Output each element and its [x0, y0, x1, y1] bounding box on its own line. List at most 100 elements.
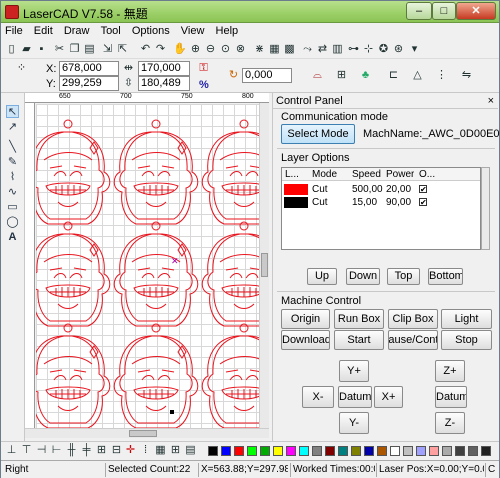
color-swatch[interactable] — [208, 446, 218, 456]
pause-continue-button[interactable]: Pause/Continue — [388, 330, 438, 350]
node-edit-tool-icon[interactable]: ↗ — [6, 121, 19, 134]
color-swatch[interactable] — [247, 446, 257, 456]
layer-output-checkbox[interactable]: ✔ — [419, 185, 427, 194]
jog-z-datum-button[interactable]: Datum — [435, 386, 467, 408]
jog-datum-button[interactable]: Datum — [338, 386, 372, 408]
stop-button[interactable]: Stop — [441, 330, 492, 350]
curve-tool-icon[interactable]: ∿ — [6, 186, 19, 199]
grid-icon[interactable]: ⁞ — [139, 444, 152, 457]
color-swatch[interactable] — [312, 446, 322, 456]
link-icon[interactable]: ⊶ — [347, 43, 360, 56]
pan-hand-icon[interactable]: ✋ — [173, 43, 187, 56]
panel-close-icon[interactable]: × — [488, 95, 494, 107]
color-swatch[interactable] — [416, 446, 426, 456]
color-swatch[interactable] — [325, 446, 335, 456]
lock-ratio-icon[interactable]: ⚿ — [197, 62, 210, 75]
color-swatch[interactable] — [234, 446, 244, 456]
text-tool-icon[interactable]: A — [6, 231, 19, 244]
jog-y-minus-button[interactable]: Y- — [339, 412, 369, 434]
dropdown-icon[interactable]: ▾ — [408, 43, 421, 56]
target-icon[interactable]: ⊹ — [362, 43, 375, 56]
import-icon[interactable]: ⇲ — [101, 43, 114, 56]
color-swatch[interactable] — [260, 446, 270, 456]
table-row[interactable]: Cut 500,00 20,00 ✔ — [282, 183, 480, 196]
jog-x-minus-button[interactable]: X- — [302, 386, 334, 408]
menu-edit[interactable]: Edit — [30, 23, 57, 37]
open-folder-icon[interactable]: ▰ — [20, 43, 33, 56]
node-edit-icon[interactable]: ⋇ — [253, 43, 266, 56]
percent-toggle[interactable]: % — [199, 79, 209, 91]
distribute-icon[interactable]: ⋮ — [435, 69, 448, 82]
light-button[interactable]: Light — [441, 309, 492, 329]
color-swatch[interactable] — [468, 446, 478, 456]
array-icon[interactable]: ▥ — [331, 43, 344, 56]
path-icon[interactable]: ⤳ — [301, 43, 314, 56]
cap-icon[interactable]: ⌓ — [311, 69, 324, 82]
align-icon[interactable]: ⊞ — [95, 444, 108, 457]
color-swatch[interactable] — [299, 446, 309, 456]
select-mode-button[interactable]: Select Mode — [281, 124, 355, 144]
color-swatch[interactable] — [442, 446, 452, 456]
crosshair-icon[interactable]: ✛ — [124, 444, 137, 457]
canvas-vertical-scrollbar[interactable] — [259, 103, 269, 428]
menu-help[interactable]: Help — [212, 23, 243, 37]
start-button[interactable]: Start — [334, 330, 384, 350]
align-icon[interactable]: ╪ — [80, 444, 93, 457]
align-icon[interactable]: ⊟ — [110, 444, 123, 457]
minimize-button[interactable]: – — [406, 2, 432, 20]
close-button[interactable]: ✕ — [456, 2, 496, 20]
export-icon[interactable]: ⇱ — [116, 43, 129, 56]
mirror-icon[interactable]: ⇄ — [316, 43, 329, 56]
jog-z-plus-button[interactable]: Z+ — [435, 360, 465, 382]
color-swatch[interactable] — [273, 446, 283, 456]
ellipse-tool-icon[interactable]: ◯ — [6, 216, 19, 229]
x-position-field[interactable]: 678,000 — [59, 61, 119, 76]
align-icon[interactable]: ⊥ — [5, 444, 18, 457]
anchor-grid-icon[interactable]: ⁘ — [15, 62, 28, 75]
jog-x-plus-button[interactable]: X+ — [374, 386, 403, 408]
layer-table-scrollbar[interactable] — [481, 167, 490, 250]
new-file-icon[interactable]: ▯ — [5, 43, 18, 56]
rectangle-tool-icon[interactable]: ▭ — [6, 201, 19, 214]
menu-view[interactable]: View — [177, 23, 209, 37]
layer-down-button[interactable]: Down — [346, 268, 380, 285]
design-canvas[interactable]: ✕ — [36, 104, 259, 428]
zoom-in-icon[interactable]: ⊕ — [189, 43, 202, 56]
align-icon[interactable]: ⊢ — [50, 444, 63, 457]
color-swatch[interactable] — [390, 446, 400, 456]
jog-z-minus-button[interactable]: Z- — [435, 412, 465, 434]
grid-icon[interactable]: ▦ — [154, 444, 167, 457]
layer-table[interactable]: L... Mode Speed Power O... Cut 500,00 20… — [281, 167, 481, 250]
settings-icon[interactable]: ✪ — [377, 43, 390, 56]
download-button[interactable]: Download — [281, 330, 330, 350]
run-box-button[interactable]: Run Box — [334, 309, 384, 329]
grid-icon[interactable]: ▤ — [184, 444, 197, 457]
color-swatch[interactable] — [455, 446, 465, 456]
save-icon[interactable]: ▪ — [35, 43, 48, 56]
layer-bottom-button[interactable]: Bottom — [428, 268, 463, 285]
color-swatch[interactable] — [481, 446, 491, 456]
angle-field[interactable]: 0,000 — [242, 68, 292, 83]
align-grid-icon[interactable]: ⊞ — [335, 69, 348, 82]
tree-icon[interactable]: ♣ — [359, 69, 372, 82]
height-field[interactable]: 180,489 — [138, 76, 190, 91]
layer-output-checkbox[interactable]: ✔ — [419, 198, 427, 207]
align-left-icon[interactable]: ⊏ — [387, 69, 400, 82]
width-field[interactable]: 170,000 — [138, 61, 190, 76]
redo-icon[interactable]: ↷ — [154, 43, 167, 56]
maximize-button[interactable]: □ — [432, 2, 456, 20]
select-arrow-icon[interactable]: ↖ — [6, 105, 19, 118]
undo-icon[interactable]: ↶ — [139, 43, 152, 56]
triangle-icon[interactable]: △ — [411, 69, 424, 82]
rotate-icon[interactable]: ↻ — [227, 69, 240, 82]
color-swatch[interactable] — [221, 446, 231, 456]
align-icon[interactable]: ╫ — [65, 444, 78, 457]
group-icon[interactable]: ▦ — [268, 43, 281, 56]
y-position-field[interactable]: 299,259 — [59, 76, 119, 91]
color-swatch[interactable] — [351, 446, 361, 456]
menu-options[interactable]: Options — [128, 23, 174, 37]
color-swatch[interactable] — [429, 446, 439, 456]
globe-icon[interactable]: ⊛ — [392, 43, 405, 56]
flip-icon[interactable]: ⇋ — [460, 69, 473, 82]
color-swatch[interactable] — [338, 446, 348, 456]
